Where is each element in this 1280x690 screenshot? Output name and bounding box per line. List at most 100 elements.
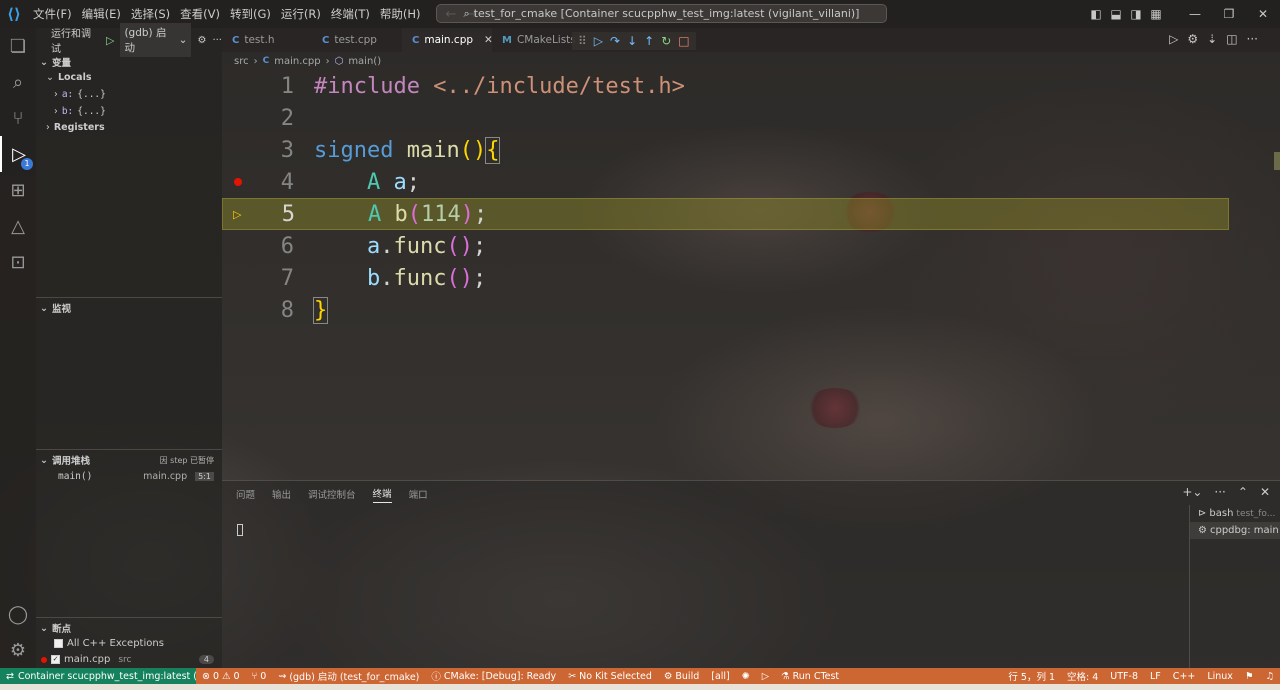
callstack-frame[interactable]: main() main.cpp 5:1 xyxy=(36,468,222,485)
end-of-line[interactable]: LF xyxy=(1144,669,1167,683)
cmake-status[interactable]: ⓘ CMake: [Debug]: Ready xyxy=(425,669,562,684)
menu-run[interactable]: 运行(R) xyxy=(276,0,326,28)
tab-cmakelists[interactable]: M CMakeLists xyxy=(492,28,576,52)
encoding[interactable]: UTF-8 xyxy=(1104,669,1144,683)
breadcrumb-symbol[interactable]: main() xyxy=(348,56,381,67)
continue-icon[interactable]: ▷ xyxy=(594,34,603,48)
launch-button[interactable]: ▷ xyxy=(756,671,775,682)
tab-terminal[interactable]: 终端 xyxy=(372,486,392,503)
kit-status[interactable]: ✂ No Kit Selected xyxy=(562,671,658,682)
restart-icon[interactable]: ↻ xyxy=(661,34,671,48)
indentation[interactable]: 空格: 4 xyxy=(1061,669,1104,683)
callstack-section-header[interactable]: ⌄ 调用堆栈 因 step 已暂停 xyxy=(36,450,222,470)
code-line[interactable]: 2 xyxy=(222,102,1229,134)
drag-handle-icon[interactable]: ⠿ xyxy=(578,34,587,48)
toggle-secondary-sidebar-icon[interactable]: ◨ xyxy=(1126,7,1146,21)
menu-terminal[interactable]: 终端(T) xyxy=(326,0,375,28)
more-actions-icon[interactable]: ··· xyxy=(212,35,222,46)
open-changes-icon[interactable]: ⇣ xyxy=(1207,32,1217,46)
debug-config-status[interactable]: ⇝ (gdb) 启动 (test_for_cmake) xyxy=(272,669,425,684)
error-count: 0 xyxy=(212,670,220,682)
split-editor-icon[interactable]: ◫ xyxy=(1226,32,1237,46)
terminal-item-cppdbg[interactable]: ⚙ cppdbg: main xyxy=(1190,522,1280,539)
step-into-icon[interactable]: ↓ xyxy=(627,34,637,48)
run-debug-icon[interactable]: ▷ 1 xyxy=(0,136,36,172)
ports-status[interactable]: ⑂ 0 xyxy=(246,671,273,682)
breakpoint-checkbox[interactable]: ✓ xyxy=(51,655,60,664)
step-over-icon[interactable]: ↷ xyxy=(610,34,620,48)
tab-main-cpp[interactable]: C main.cpp ✕ xyxy=(402,28,493,52)
manage-gear-icon[interactable]: ⚙ xyxy=(0,632,36,668)
remote-indicator[interactable]: ⇄ Container scucpphw_test_img:latest (vi… xyxy=(0,668,196,684)
variable-row[interactable]: › a: {...} xyxy=(36,86,222,103)
new-terminal-icon[interactable]: +⌄ xyxy=(1182,485,1202,499)
code-editor[interactable]: 1 #include <../include/test.h> 2 3 signe… xyxy=(222,70,1280,480)
platform[interactable]: Linux xyxy=(1201,669,1239,683)
watch-section-header[interactable]: ⌄ 监视 xyxy=(36,298,222,318)
search-activity-icon[interactable]: ⌕ xyxy=(0,64,36,100)
tab-test-h[interactable]: C test.h xyxy=(222,28,312,52)
remote-explorer-icon[interactable]: ⊡ xyxy=(0,244,36,280)
ctest-button[interactable]: ⚗ Run CTest xyxy=(775,671,845,682)
tab-output[interactable]: 输出 xyxy=(272,487,291,501)
code-line[interactable]: 1 #include <../include/test.h> xyxy=(222,70,1229,102)
cpp-file-icon: C xyxy=(322,34,330,46)
run-debug-file-icon[interactable]: ▷ xyxy=(1169,32,1178,46)
more-actions-icon[interactable]: ··· xyxy=(1214,485,1225,499)
customize-layout-icon[interactable]: ▦ xyxy=(1146,7,1166,21)
breakpoint-dot-icon[interactable] xyxy=(234,178,242,186)
breakpoint-file-row[interactable]: ✓ main.cpp src 4 xyxy=(36,651,222,668)
menu-edit[interactable]: 编辑(E) xyxy=(77,0,126,28)
code-line[interactable]: 4 A a; xyxy=(222,166,1229,198)
cmake-icon[interactable]: △ xyxy=(0,208,36,244)
locals-scope[interactable]: ⌄ Locals xyxy=(36,69,222,86)
tab-ports[interactable]: 端口 xyxy=(409,487,428,501)
minimize-icon[interactable]: — xyxy=(1178,7,1212,21)
menu-file[interactable]: 文件(F) xyxy=(28,0,77,28)
registers-scope[interactable]: › Registers xyxy=(36,119,222,136)
maximize-panel-icon[interactable]: ⌃ xyxy=(1238,485,1248,499)
code-line[interactable]: 7 b.func(); xyxy=(222,262,1229,294)
variable-row[interactable]: › b: {...} xyxy=(36,103,222,120)
breadcrumb-folder[interactable]: src xyxy=(234,56,249,67)
terminal-cursor xyxy=(237,524,243,536)
breakpoint-exception-row[interactable]: All C++ Exceptions xyxy=(36,635,222,652)
code-line[interactable]: 6 a.func(); xyxy=(222,230,1229,262)
toggle-primary-sidebar-icon[interactable]: ◧ xyxy=(1086,7,1106,21)
open-launch-json-gear-icon[interactable]: ⚙ xyxy=(197,35,206,46)
more-actions-icon[interactable]: ··· xyxy=(1247,32,1258,46)
explorer-icon[interactable]: ❏ xyxy=(0,28,36,64)
menu-go[interactable]: 转到(G) xyxy=(225,0,276,28)
menu-help[interactable]: 帮助(H) xyxy=(375,0,426,28)
notifications-bell-icon[interactable]: ♫ xyxy=(1259,669,1280,683)
command-center[interactable]: ⌕ test_for_cmake [Container scucpphw_tes… xyxy=(436,4,887,23)
build-button[interactable]: ⚙ Build xyxy=(658,671,705,682)
code-line[interactable]: 8 } xyxy=(222,294,1229,326)
close-window-icon[interactable]: ✕ xyxy=(1246,7,1280,21)
problems-status[interactable]: ⊗ 0 ⚠ 0 xyxy=(196,671,246,682)
exception-checkbox[interactable] xyxy=(54,639,63,648)
stop-icon[interactable]: □ xyxy=(678,34,689,48)
copilot-icon[interactable]: ⚑ xyxy=(1239,669,1260,683)
debug-bug-button[interactable]: ✺ xyxy=(736,671,756,682)
current-execution-line[interactable]: ▷ 5 A b(114); xyxy=(222,198,1229,230)
toggle-panel-icon[interactable]: ⬓ xyxy=(1106,7,1126,21)
language-mode[interactable]: C++ xyxy=(1167,669,1202,683)
cursor-position[interactable]: 行 5，列 1 xyxy=(1002,669,1061,683)
chevron-down-icon: ⌄ xyxy=(40,302,48,314)
source-control-icon[interactable]: ⑂ xyxy=(0,100,36,136)
restore-icon[interactable]: ❐ xyxy=(1212,7,1246,21)
build-target[interactable]: [all] xyxy=(705,671,736,682)
terminal-item-bash[interactable]: ⊳ bash test_fo... xyxy=(1190,505,1280,522)
start-debugging-icon[interactable]: ▷ xyxy=(106,34,114,47)
breadcrumb-file[interactable]: main.cpp xyxy=(274,56,320,67)
step-out-icon[interactable]: ↑ xyxy=(644,34,654,48)
tab-problems[interactable]: 问题 xyxy=(236,487,255,501)
tab-debug-console[interactable]: 调试控制台 xyxy=(308,487,356,501)
tab-test-cpp[interactable]: C test.cpp xyxy=(312,28,402,52)
code-line[interactable]: 3 signed main(){ xyxy=(222,134,1229,166)
close-panel-icon[interactable]: ✕ xyxy=(1260,485,1270,499)
extensions-icon[interactable]: ⊞ xyxy=(0,172,36,208)
settings-gear-icon[interactable]: ⚙ xyxy=(1187,32,1198,46)
accounts-icon[interactable]: ◯ xyxy=(0,596,36,632)
